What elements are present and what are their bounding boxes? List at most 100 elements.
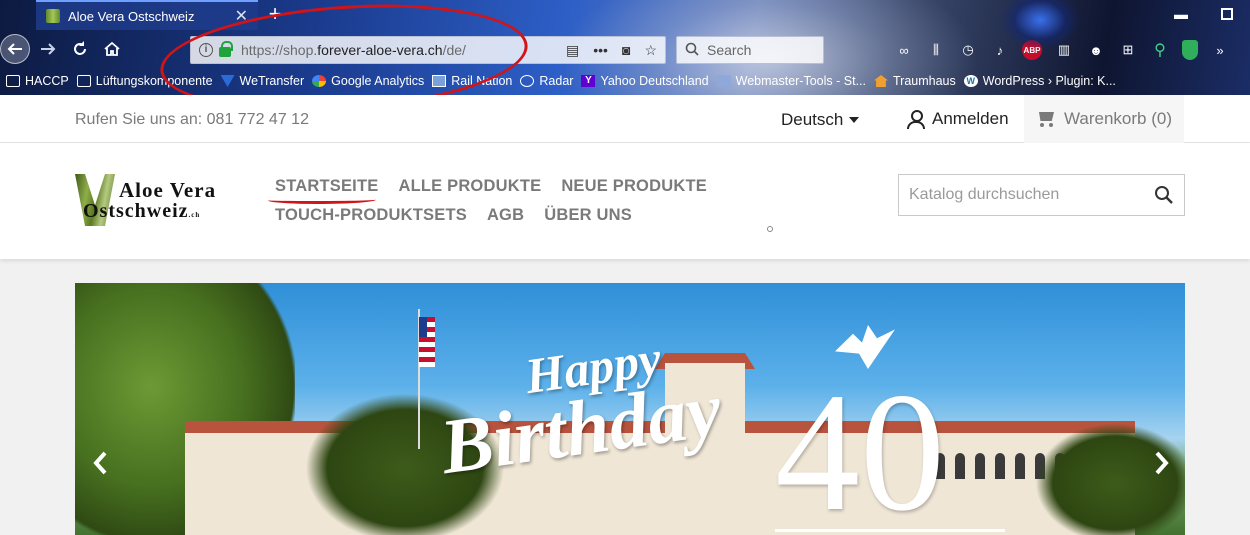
caret-down-icon (849, 117, 860, 123)
menu-startseite[interactable]: STARTSEITE (275, 177, 378, 196)
window-controls: ▬ (1158, 0, 1250, 30)
bookmark-label: WordPress › Plugin: K... (982, 74, 1116, 88)
us-flag (419, 317, 435, 367)
minimize-button[interactable]: ▬ (1158, 0, 1204, 28)
logo-line-2: Ostschweiz.ch (83, 200, 200, 223)
site-logo[interactable]: Aloe Vera Ostschweiz.ch (75, 174, 237, 228)
sidebar-icon[interactable]: ▥ (1054, 40, 1074, 60)
home-icon (104, 41, 120, 56)
bookmarks-bar: HACCP Lüftungskomponente WeTransfer Goog… (0, 68, 1250, 94)
bookmark-item[interactable]: Radar (520, 74, 573, 88)
url-bar[interactable]: i https://shop.forever-aloe-vera.ch/de/ … (190, 36, 666, 64)
new-tab-button[interactable]: + (262, 2, 288, 28)
phone-contact: Rufen Sie uns an: 081 772 47 12 (75, 111, 309, 128)
bookmark-label: Rail Nation (451, 74, 513, 88)
bookmark-label: Lüftungskomponente (95, 74, 213, 88)
lock-icon (219, 41, 233, 57)
bookmark-label: HACCP (25, 74, 69, 88)
adblock-plus-icon[interactable]: ABP (1022, 40, 1042, 60)
bookmark-item[interactable]: HACCP (6, 74, 69, 88)
bookmark-item[interactable]: Google Analytics (312, 74, 424, 88)
reader-view-icon[interactable]: ▤ (566, 42, 579, 59)
menu-ueber-uns[interactable]: ÜBER UNS (544, 206, 632, 225)
menu-alle-produkte[interactable]: ALLE PRODUKTE (398, 177, 541, 196)
bookmark-star-icon[interactable]: ☆ (644, 42, 657, 59)
screenshot-extension-icon[interactable]: ⊞ (1118, 40, 1138, 60)
url-prefix: https://shop. (241, 42, 318, 58)
catalog-search-button[interactable] (1144, 175, 1184, 215)
user-icon (906, 110, 925, 129)
shopping-cart-icon (1036, 110, 1056, 128)
slider-next-button[interactable] (1147, 448, 1177, 478)
search-icon (1155, 186, 1173, 204)
catalog-search-input[interactable] (899, 176, 1144, 214)
years-underline (775, 529, 1005, 532)
slider-prev-button[interactable] (85, 448, 115, 478)
folder-icon (6, 75, 20, 87)
maximize-button[interactable] (1204, 0, 1250, 28)
browser-search-bar[interactable]: Search (676, 36, 824, 64)
logo-line-2-text: Ostschweiz (83, 200, 189, 222)
login-link[interactable]: Anmelden (906, 109, 1009, 129)
history-clock-icon[interactable]: ◷ (958, 40, 978, 60)
private-mask-icon[interactable]: ∞ (894, 40, 914, 60)
forward-arrow-icon (41, 43, 56, 55)
menu-row-2: TOUCH-PRODUKTSETS AGB ÜBER UNS (275, 206, 695, 225)
page-actions-icon[interactable]: ••• (593, 42, 608, 58)
language-label: Deutsch (781, 110, 844, 129)
bookmark-label: WeTransfer (239, 74, 305, 88)
toolbar-extensions: ∞ ⫼ ◷ ♪ ABP ▥ ☻ ⊞ ⚲ » (894, 40, 1230, 60)
yahoo-icon: Y (581, 75, 596, 87)
back-arrow-icon (7, 43, 22, 55)
site-top-bar: Rufen Sie uns an: 081 772 47 12 Deutsch … (0, 95, 1250, 143)
library-icon[interactable]: ⫼ (926, 40, 946, 60)
home-button[interactable] (96, 33, 128, 65)
browser-chrome: Aloe Vera Ostschweiz ✕ + ▬ i https://sho… (0, 0, 1250, 95)
rail-nation-icon (432, 75, 447, 87)
forward-button[interactable] (32, 33, 64, 65)
tab-title: Aloe Vera Ostschweiz (68, 8, 195, 24)
cart-button[interactable]: Warenkorb (0) (1024, 95, 1184, 143)
url-text[interactable]: https://shop.forever-aloe-vera.ch/de/ (241, 42, 566, 58)
login-label: Anmelden (932, 109, 1009, 128)
reload-icon (74, 41, 86, 55)
google-icon (312, 75, 327, 87)
menu-touch-produktsets[interactable]: TOUCH-PRODUKTSETS (275, 206, 467, 225)
menu-row-1: STARTSEITE ALLE PRODUKTE NEUE PRODUKTE (275, 177, 707, 196)
bookmark-item[interactable]: Lüftungskomponente (76, 74, 213, 88)
reload-button[interactable] (64, 33, 96, 65)
bookmark-item[interactable]: Y Yahoo Deutschland (581, 74, 709, 88)
site-info-icon[interactable]: i (199, 43, 213, 57)
menu-neue-produkte[interactable]: NEUE PRODUKTE (561, 177, 707, 196)
hero-slider: Happy Birthday 40 (75, 283, 1185, 535)
browser-search-placeholder: Search (707, 42, 752, 58)
bookmark-item[interactable]: WeTransfer (220, 74, 305, 88)
back-button[interactable] (0, 34, 30, 64)
search-icon (685, 42, 699, 59)
tree-right (1035, 423, 1185, 535)
location-pin-icon[interactable]: ⚲ (1150, 40, 1170, 60)
shield-extension-icon[interactable] (1182, 40, 1198, 60)
cart-label: Warenkorb (0) (1063, 109, 1172, 128)
bookmark-label: Webmaster-Tools - St... (735, 74, 866, 88)
bookmark-label: Traumhaus (892, 74, 956, 88)
browser-tab[interactable]: Aloe Vera Ostschweiz ✕ (36, 0, 258, 30)
small-circle-marker (767, 226, 773, 232)
bookmark-item[interactable]: Rail Nation (432, 74, 512, 88)
pocket-icon[interactable]: ◙ (622, 42, 630, 58)
bookmark-item[interactable]: W WordPress › Plugin: K... (963, 74, 1116, 88)
overflow-menu-icon[interactable]: » (1210, 40, 1230, 60)
monkey-extension-icon[interactable]: ☻ (1086, 40, 1106, 60)
bookmark-label: Google Analytics (331, 74, 425, 88)
extension-speaker-icon[interactable]: ♪ (990, 40, 1010, 60)
bookmark-label: Radar (539, 74, 574, 88)
tab-close-icon[interactable]: ✕ (235, 6, 248, 26)
chevron-left-icon (93, 451, 107, 475)
url-suffix: /de/ (442, 42, 466, 58)
bookmark-item[interactable]: Traumhaus (873, 74, 956, 88)
wetransfer-icon (220, 75, 235, 87)
language-selector[interactable]: Deutsch (781, 110, 860, 130)
webmaster-icon (716, 75, 731, 87)
bookmark-item[interactable]: Webmaster-Tools - St... (716, 74, 866, 88)
menu-agb[interactable]: AGB (487, 206, 524, 225)
